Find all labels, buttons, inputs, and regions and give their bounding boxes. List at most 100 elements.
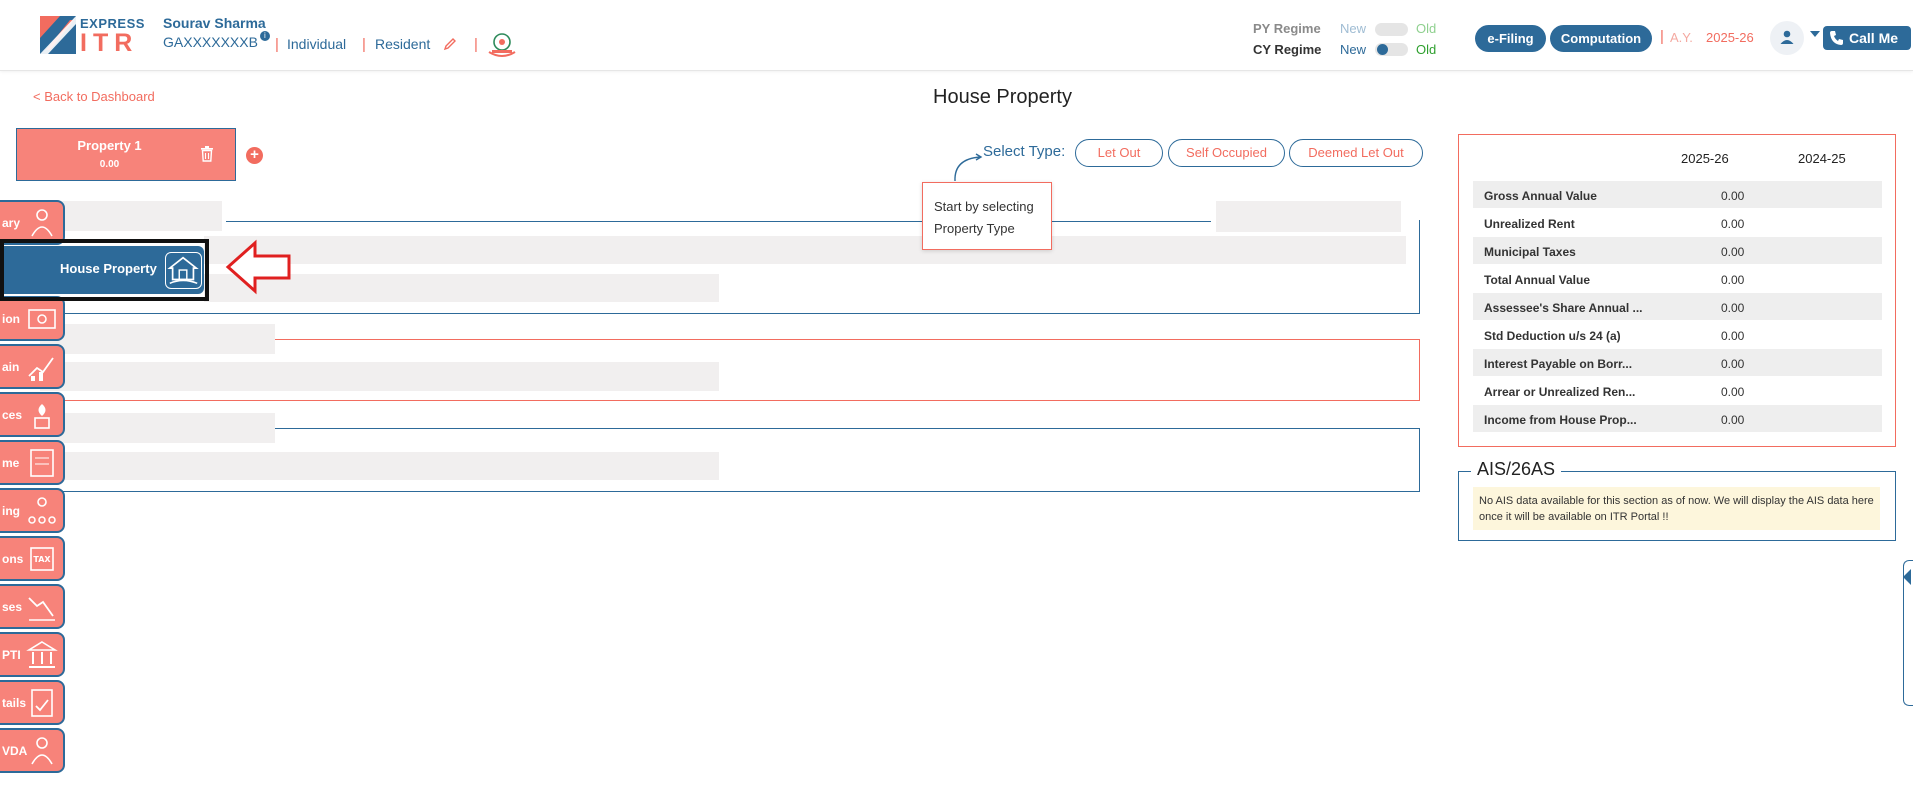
divider: | bbox=[1660, 28, 1664, 45]
py-new-label: New bbox=[1340, 21, 1367, 36]
column-header-previous-year: 2024-25 bbox=[1798, 151, 1846, 166]
sidebar-item-label: ons bbox=[2, 552, 24, 566]
user-name: Sourav Sharma bbox=[163, 15, 266, 31]
row-label: Municipal Taxes bbox=[1484, 245, 1576, 259]
divider: | bbox=[275, 36, 279, 53]
sidebar-item-label: ing bbox=[2, 504, 20, 518]
cy-regime-label: CY Regime bbox=[1253, 42, 1322, 57]
express-itr-logo[interactable]: EXPRESS ITR bbox=[40, 16, 144, 57]
logo-mark-icon bbox=[40, 16, 76, 54]
tax-deductions-icon: TAX bbox=[30, 547, 54, 571]
sidebar-item-tax-details[interactable]: tails bbox=[0, 680, 65, 725]
efiling-button[interactable]: e-Filing bbox=[1475, 25, 1546, 52]
sidebar-item-capital-gain[interactable]: ain bbox=[0, 344, 65, 389]
income-summary-table: 2025-26 2024-25 Gross Annual Value 0.00 U… bbox=[1458, 134, 1896, 447]
row-label: Arrear or Unrealized Ren... bbox=[1484, 385, 1636, 399]
info-icon[interactable]: i bbox=[259, 31, 270, 41]
table-row: Unrealized Rent 0.00 bbox=[1473, 208, 1882, 236]
divider: | bbox=[474, 36, 478, 53]
property-tab-amount: 0.00 bbox=[99, 159, 120, 170]
chevron-down-icon[interactable] bbox=[1810, 31, 1820, 37]
residency-label: Resident bbox=[375, 36, 431, 52]
table-row: Interest Payable on Borr... 0.00 bbox=[1473, 348, 1882, 376]
table-row: Assessee's Share Annual ... 0.00 bbox=[1473, 292, 1882, 320]
pointer-arrow-icon bbox=[954, 153, 983, 182]
summary-icon bbox=[31, 209, 53, 237]
user-avatar[interactable] bbox=[1770, 21, 1804, 55]
row-value: 0.00 bbox=[1721, 245, 1745, 259]
sidebar-item-other-sources[interactable]: ces bbox=[0, 392, 65, 437]
row-value: 0.00 bbox=[1721, 301, 1745, 315]
type-deemed-let-out-button[interactable]: Deemed Let Out bbox=[1289, 139, 1423, 167]
sidebar-item-deductions[interactable]: ons TAX bbox=[0, 536, 65, 581]
pan-number: GAXXXXXXXB bbox=[163, 34, 258, 50]
cy-new-label: New bbox=[1340, 42, 1367, 57]
cy-regime-toggle[interactable] bbox=[1375, 43, 1408, 56]
call-me-button[interactable]: Call Me bbox=[1823, 26, 1911, 50]
sidebar-item-losses[interactable]: ses bbox=[0, 584, 65, 629]
property-tab[interactable]: Property 1 0.00 bbox=[16, 128, 236, 181]
sidebar-item-pti[interactable]: PTI bbox=[0, 632, 65, 677]
side-panel-toggle[interactable] bbox=[1903, 560, 1913, 706]
ay-value[interactable]: 2025-26 bbox=[1706, 30, 1754, 45]
brand-bottom-text: ITR bbox=[80, 29, 139, 57]
table-row: Income from House Prop... 0.00 bbox=[1473, 404, 1882, 432]
placeholder-block bbox=[40, 201, 222, 231]
sidebar-item-business[interactable]: ing bbox=[0, 488, 65, 533]
table-row: Gross Annual Value 0.00 bbox=[1473, 180, 1882, 208]
other-sources-icon bbox=[34, 404, 50, 429]
phone-icon bbox=[1830, 31, 1843, 45]
sidebar-item-label: House Property bbox=[60, 261, 157, 276]
row-value: 0.00 bbox=[1721, 329, 1745, 343]
row-label: Interest Payable on Borr... bbox=[1484, 357, 1633, 371]
losses-icon bbox=[28, 597, 55, 621]
sidebar-item-active-bg: House Property bbox=[4, 246, 204, 294]
row-value: 0.00 bbox=[1721, 413, 1745, 427]
user-info: Sourav Sharma GAXXXXXXXB i bbox=[163, 15, 270, 50]
tax-income-icon bbox=[30, 449, 54, 477]
table-row: Arrear or Unrealized Ren... 0.00 bbox=[1473, 376, 1882, 404]
type-let-out-button[interactable]: Let Out bbox=[1075, 139, 1163, 167]
sidebar-item-label: ion bbox=[2, 312, 20, 326]
placeholder-block bbox=[40, 324, 275, 354]
row-value: 0.00 bbox=[1721, 385, 1745, 399]
sidebar-item-label: ain bbox=[2, 360, 20, 374]
placeholder-block bbox=[40, 362, 719, 391]
placeholder-block bbox=[204, 236, 1406, 264]
select-type-label: Select Type: bbox=[983, 143, 1066, 160]
py-old-label: Old bbox=[1416, 21, 1437, 36]
py-regime-toggle bbox=[1375, 23, 1408, 36]
trash-icon[interactable] bbox=[200, 146, 214, 162]
row-label: Income from House Prop... bbox=[1484, 413, 1637, 427]
sidebar-item-salary[interactable]: ion bbox=[0, 296, 65, 341]
tooltip-line-2: Property Type bbox=[934, 221, 1015, 236]
chevron-left-icon bbox=[1903, 569, 1911, 585]
pti-icon bbox=[26, 641, 58, 668]
house-icon bbox=[165, 252, 202, 289]
page: EXPRESS ITR Sourav Sharma GAXXXXXXXB i |… bbox=[0, 0, 1913, 808]
page-title: House Property bbox=[933, 86, 1072, 108]
sidebar-item-label: me bbox=[2, 456, 20, 470]
sidebar-item-label: PTI bbox=[2, 648, 21, 662]
sidebar-item-label: ary bbox=[2, 216, 21, 230]
type-self-occupied-button[interactable]: Self Occupied bbox=[1168, 139, 1285, 167]
pointer-left-arrow-icon bbox=[225, 239, 291, 295]
sidebar-item-tax-income[interactable]: me bbox=[0, 440, 65, 485]
tooltip-line-1: Start by selecting bbox=[934, 199, 1034, 214]
sidebar-item-house-property[interactable]: House Property bbox=[0, 239, 209, 301]
sidebar-item-label: ces bbox=[2, 408, 23, 422]
sidebar-item-label: tails bbox=[2, 696, 27, 710]
placeholder-block bbox=[40, 452, 719, 480]
vda-icon bbox=[31, 737, 53, 765]
computation-button[interactable]: Computation bbox=[1550, 25, 1652, 52]
income-tax-emblem-icon bbox=[488, 33, 516, 57]
add-property-button[interactable]: + bbox=[246, 147, 263, 164]
page-title-row: House Property bbox=[0, 86, 1913, 109]
tax-details-icon bbox=[31, 689, 53, 717]
row-label: Std Deduction u/s 24 (a) bbox=[1484, 329, 1621, 343]
sidebar-item-vda[interactable]: VDA bbox=[0, 728, 65, 773]
row-label: Total Annual Value bbox=[1484, 273, 1591, 287]
edit-pencil-icon[interactable] bbox=[443, 37, 457, 51]
table-row: Municipal Taxes 0.00 bbox=[1473, 236, 1882, 264]
sidebar-item-label: VDA bbox=[2, 744, 28, 758]
